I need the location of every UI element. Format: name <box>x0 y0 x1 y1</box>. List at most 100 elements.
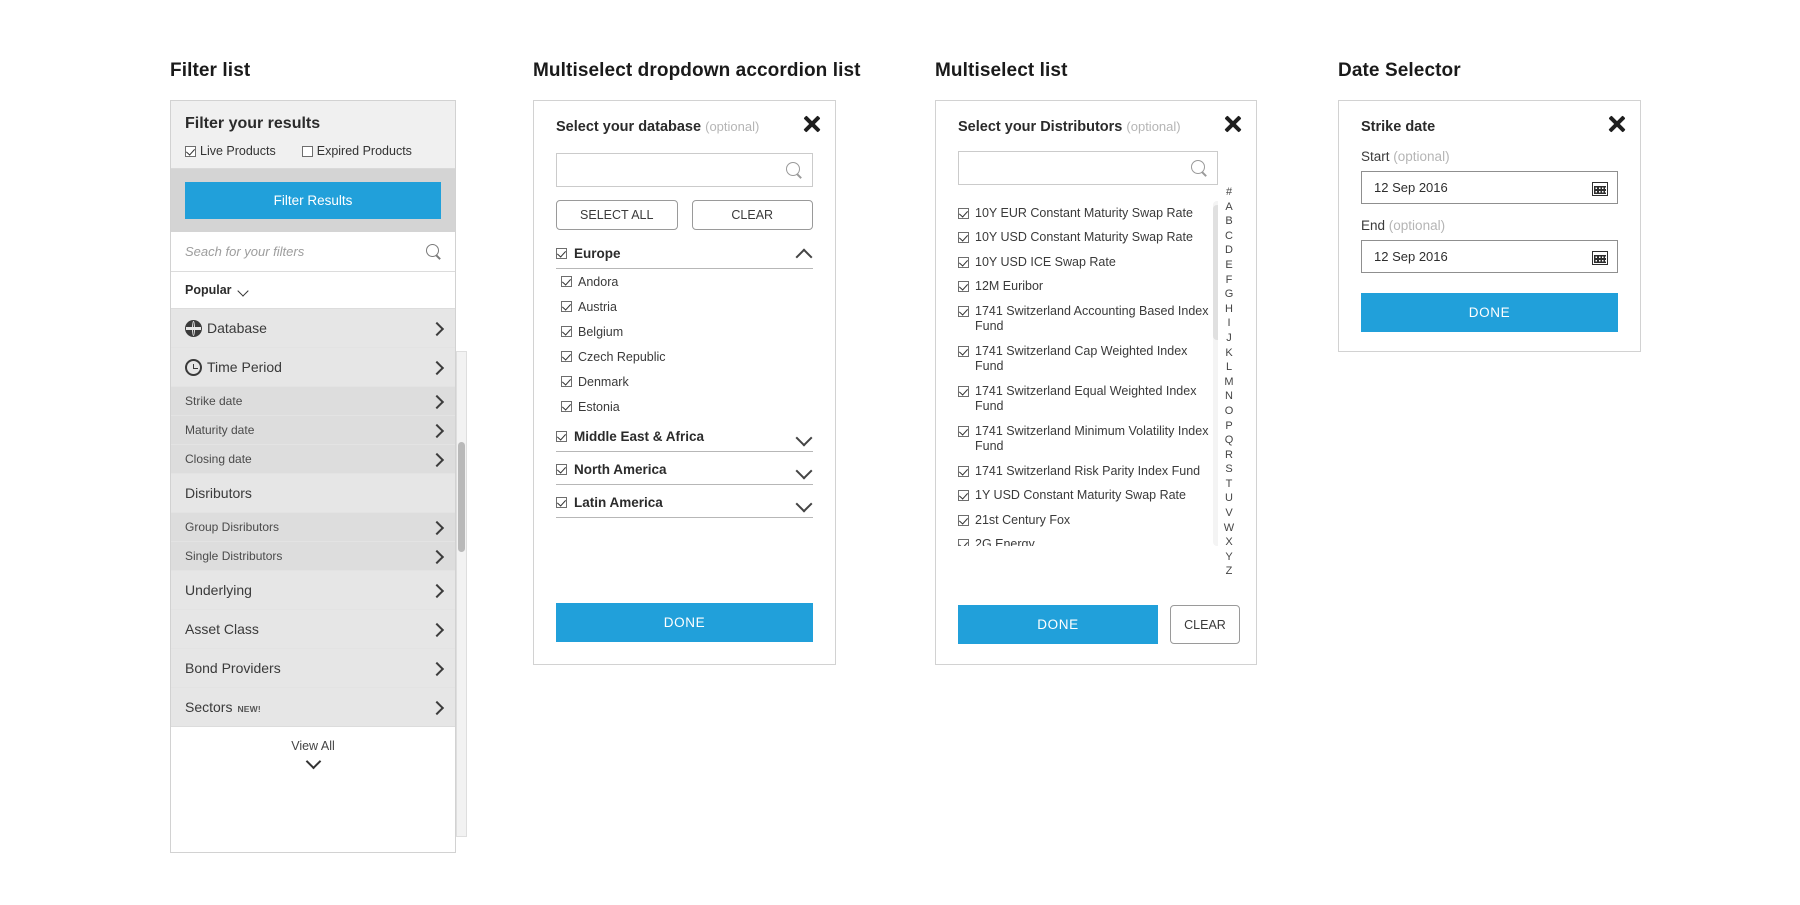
multiselect-scrollbar[interactable] <box>1213 201 1218 546</box>
accordion-done-button[interactable]: DONE <box>556 603 813 642</box>
checkbox-box-item[interactable] <box>958 256 969 268</box>
alphabet-index-letter[interactable]: G <box>1225 287 1234 302</box>
filter-row-maturity-date[interactable]: Maturity date <box>171 416 455 445</box>
calendar-icon[interactable] <box>1592 180 1608 196</box>
alphabet-index-letter[interactable]: Q <box>1225 433 1234 448</box>
list-item[interactable]: 10Y USD ICE Swap Rate <box>958 250 1212 275</box>
alphabet-index-letter[interactable]: D <box>1225 243 1233 258</box>
checkbox-box-andora[interactable] <box>561 276 572 287</box>
filter-row-bond-providers[interactable]: Bond Providers <box>171 649 455 688</box>
filter-row-database[interactable]: Database <box>171 309 455 348</box>
filter-row-group-disributors[interactable]: Group Disributors <box>171 513 455 542</box>
select-all-button[interactable]: SELECT ALL <box>556 200 678 230</box>
multiselect-scroll-thumb[interactable] <box>1213 205 1218 340</box>
list-item[interactable]: 1741 Switzerland Risk Parity Index Fund <box>958 459 1212 484</box>
accordion-country-czech-republic[interactable]: Czech Republic <box>556 344 813 369</box>
filter-search-input[interactable]: Seach for your filters <box>185 244 426 259</box>
filter-row-underlying[interactable]: Underlying <box>171 571 455 610</box>
chevron-down-icon[interactable] <box>795 431 813 442</box>
accordion-group-north-america[interactable]: North America <box>556 462 813 485</box>
list-item[interactable]: 1Y USD Constant Maturity Swap Rate <box>958 484 1212 509</box>
alphabet-index-letter[interactable]: B <box>1225 214 1232 229</box>
accordion-group-europe[interactable]: Europe <box>556 246 813 269</box>
chevron-down-icon[interactable] <box>795 497 813 508</box>
filter-search-row[interactable]: Seach for your filters <box>171 232 455 272</box>
alphabet-index-letter[interactable]: L <box>1226 360 1232 375</box>
alphabet-index-letter[interactable]: K <box>1225 346 1232 361</box>
start-date-input[interactable]: 12 Sep 2016 <box>1361 171 1618 204</box>
alphabet-index-letter[interactable]: W <box>1224 521 1234 536</box>
view-all-button[interactable]: View All <box>171 727 455 779</box>
alphabet-index-letter[interactable]: C <box>1225 229 1233 244</box>
alphabet-index-letter[interactable]: X <box>1225 535 1232 550</box>
alphabet-index-letter[interactable]: V <box>1225 506 1232 521</box>
alphabet-index-letter[interactable]: O <box>1225 404 1234 419</box>
alphabet-index-letter[interactable]: A <box>1225 200 1232 215</box>
list-item[interactable]: 1741 Switzerland Accounting Based Index … <box>958 299 1212 339</box>
checkbox-box-belgium[interactable] <box>561 326 572 337</box>
alphabet-index[interactable]: # A B C D E F G H I J K L M N O P Q R S <box>1218 151 1240 579</box>
checkbox-box-item[interactable] <box>958 490 969 501</box>
checkbox-box-item[interactable] <box>958 232 969 243</box>
multiselect-clear-button[interactable]: CLEAR <box>1170 605 1240 644</box>
accordion-search-input[interactable] <box>556 153 813 187</box>
checkbox-box-expired-products[interactable] <box>301 145 313 157</box>
filter-results-button[interactable]: Filter Results <box>185 182 441 219</box>
checkbox-box-item[interactable] <box>958 539 969 546</box>
accordion-country-belgium[interactable]: Belgium <box>556 319 813 344</box>
checkbox-box-latin-america[interactable] <box>556 497 567 508</box>
filter-row-strike-date[interactable]: Strike date <box>171 387 455 416</box>
alphabet-index-letter[interactable]: R <box>1225 448 1233 463</box>
filter-row-asset-class[interactable]: Asset Class <box>171 610 455 649</box>
chevron-down-icon[interactable] <box>795 464 813 475</box>
filter-row-sectors[interactable]: Sectors NEW! <box>171 688 455 726</box>
clear-button[interactable]: CLEAR <box>691 200 813 230</box>
filter-list-scroll-thumb[interactable] <box>458 442 465 552</box>
alphabet-index-letter[interactable]: Z <box>1226 564 1233 579</box>
close-icon[interactable] <box>803 115 821 133</box>
list-item[interactable]: 21st Century Fox <box>958 508 1212 533</box>
alphabet-index-letter[interactable]: N <box>1225 389 1233 404</box>
alphabet-index-letter[interactable]: U <box>1225 491 1233 506</box>
alphabet-index-letter[interactable]: I <box>1227 316 1230 331</box>
alphabet-index-letter[interactable]: M <box>1224 375 1233 390</box>
accordion-country-andora[interactable]: Andora <box>556 269 813 294</box>
popular-group-toggle[interactable]: Popular <box>171 272 455 309</box>
accordion-group-middle-east-africa[interactable]: Middle East & Africa <box>556 429 813 452</box>
checkbox-box-item[interactable] <box>958 465 969 477</box>
filter-row-time-period[interactable]: Time Period <box>171 348 455 387</box>
checkbox-box-middle-east-africa[interactable] <box>556 431 567 442</box>
close-icon[interactable] <box>1608 115 1626 133</box>
checkbox-box-north-america[interactable] <box>556 464 567 475</box>
checkbox-expired-products[interactable]: Expired Products <box>301 144 412 158</box>
list-item[interactable]: 2G Energy <box>958 533 1212 546</box>
checkbox-box-item[interactable] <box>958 514 969 526</box>
calendar-icon[interactable] <box>1592 249 1608 265</box>
accordion-country-austria[interactable]: Austria <box>556 294 813 319</box>
chevron-up-icon[interactable] <box>795 248 813 259</box>
accordion-country-denmark[interactable]: Denmark <box>556 369 813 394</box>
filter-row-disributors[interactable]: Disributors <box>171 474 455 513</box>
list-item[interactable]: 1741 Switzerland Minimum Volatility Inde… <box>958 419 1212 459</box>
checkbox-box-europe[interactable] <box>556 248 567 259</box>
list-item[interactable]: 12M Euribor <box>958 275 1212 300</box>
alphabet-index-letter[interactable]: E <box>1225 258 1232 273</box>
filter-row-single-distributors[interactable]: Single Distributors <box>171 542 455 571</box>
alphabet-index-letter[interactable]: # <box>1226 185 1232 200</box>
checkbox-box-estonia[interactable] <box>561 401 572 412</box>
alphabet-index-letter[interactable]: Y <box>1225 550 1232 565</box>
checkbox-box-item[interactable] <box>958 207 969 219</box>
alphabet-index-letter[interactable]: T <box>1226 477 1233 492</box>
list-item[interactable]: 1741 Switzerland Cap Weighted Index Fund <box>958 339 1212 379</box>
checkbox-box-austria[interactable] <box>561 301 572 312</box>
checkbox-box-item[interactable] <box>958 305 969 317</box>
filter-row-closing-date[interactable]: Closing date <box>171 445 455 474</box>
close-icon[interactable] <box>1224 115 1242 133</box>
alphabet-index-letter[interactable]: S <box>1225 462 1232 477</box>
checkbox-box-item[interactable] <box>958 425 969 437</box>
list-item[interactable]: 1741 Switzerland Equal Weighted Index Fu… <box>958 379 1212 419</box>
checkbox-box-item[interactable] <box>958 281 969 292</box>
checkbox-box-item[interactable] <box>958 345 969 357</box>
date-done-button[interactable]: DONE <box>1361 293 1618 332</box>
multiselect-search-input[interactable] <box>958 151 1218 185</box>
